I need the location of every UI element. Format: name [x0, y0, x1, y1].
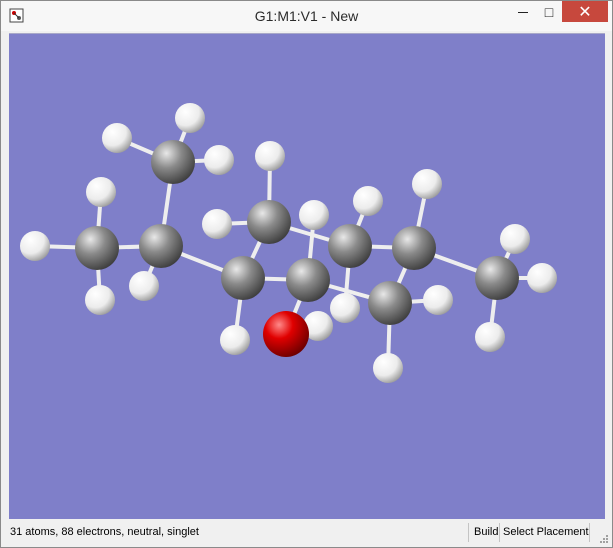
- minimize-button[interactable]: —: [509, 1, 537, 23]
- hydrogen-atom[interactable]: [527, 263, 557, 293]
- close-button[interactable]: ✕: [562, 1, 608, 22]
- hydrogen-atom[interactable]: [299, 200, 329, 230]
- hydrogen-atom[interactable]: [175, 103, 205, 133]
- close-icon: ✕: [578, 3, 592, 21]
- minimize-icon: —: [518, 6, 528, 18]
- hydrogen-atom[interactable]: [204, 145, 234, 175]
- hydrogen-atom[interactable]: [129, 271, 159, 301]
- status-bar: 31 atoms, 88 electrons, neutral, singlet…: [2, 520, 611, 547]
- carbon-atom[interactable]: [475, 256, 519, 300]
- carbon-atom[interactable]: [328, 224, 372, 268]
- carbon-atom[interactable]: [392, 226, 436, 270]
- molecule-view-window: G1:M1:V1 - New — □ ✕ 31 atoms, 88 electr…: [0, 0, 613, 548]
- hydrogen-atom[interactable]: [330, 293, 360, 323]
- hydrogen-atom[interactable]: [373, 353, 403, 383]
- status-divider: [468, 523, 469, 542]
- maximize-icon: □: [544, 4, 554, 20]
- hydrogen-atom[interactable]: [423, 285, 453, 315]
- status-divider: [589, 523, 590, 542]
- hydrogen-atom[interactable]: [202, 209, 232, 239]
- hydrogen-atom[interactable]: [220, 325, 250, 355]
- carbon-atom[interactable]: [151, 140, 195, 184]
- carbon-atom[interactable]: [221, 256, 265, 300]
- hydrogen-atom[interactable]: [475, 322, 505, 352]
- maximize-button[interactable]: □: [535, 1, 563, 23]
- resize-grip-icon[interactable]: [598, 533, 608, 543]
- molecule-canvas[interactable]: [9, 34, 605, 519]
- hydrogen-atom[interactable]: [255, 141, 285, 171]
- oxygen-atom[interactable]: [263, 311, 309, 357]
- hydrogen-atom[interactable]: [353, 186, 383, 216]
- title-bar[interactable]: G1:M1:V1 - New — □ ✕: [1, 1, 612, 31]
- hydrogen-atom[interactable]: [102, 123, 132, 153]
- hydrogen-atom[interactable]: [500, 224, 530, 254]
- mode-indicator: Build: [474, 526, 499, 538]
- carbon-atom[interactable]: [368, 281, 412, 325]
- hydrogen-atom[interactable]: [412, 169, 442, 199]
- hydrogen-atom[interactable]: [85, 285, 115, 315]
- status-divider: [499, 523, 500, 542]
- carbon-atom[interactable]: [139, 224, 183, 268]
- molecule-viewport[interactable]: [9, 33, 605, 519]
- hydrogen-atom[interactable]: [86, 177, 116, 207]
- molecule-info: 31 atoms, 88 electrons, neutral, singlet: [10, 526, 199, 538]
- carbon-atom[interactable]: [247, 200, 291, 244]
- carbon-atom[interactable]: [75, 226, 119, 270]
- hydrogen-atom[interactable]: [20, 231, 50, 261]
- carbon-atom[interactable]: [286, 258, 330, 302]
- placement-indicator: Select Placement: [503, 526, 589, 538]
